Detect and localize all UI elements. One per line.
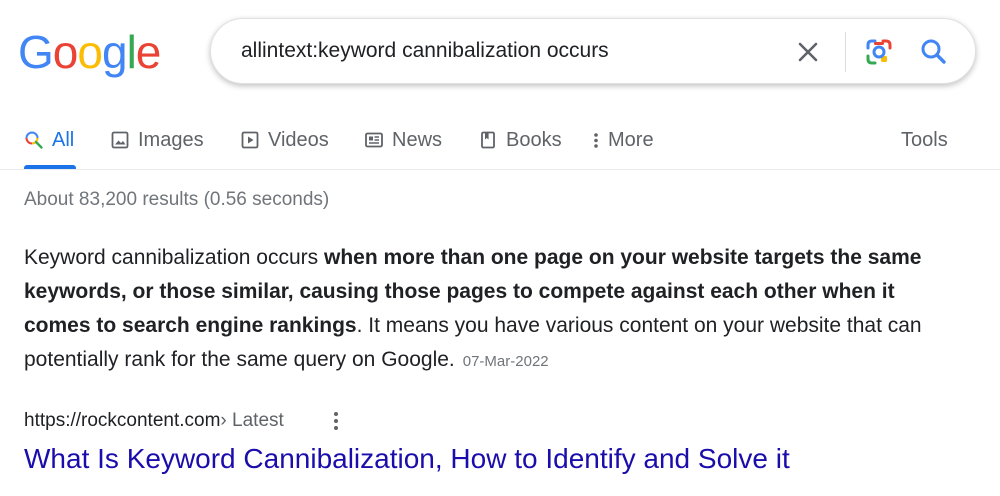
tab-label: News bbox=[392, 128, 443, 151]
tab-all[interactable]: All bbox=[24, 125, 74, 155]
tab-label: Books bbox=[506, 128, 562, 151]
result-cite[interactable]: https://rockcontent.com › Latest bbox=[24, 408, 284, 434]
image-icon bbox=[110, 130, 130, 150]
search-box-divider bbox=[845, 32, 846, 72]
search-by-image-button[interactable] bbox=[863, 36, 895, 68]
search-icon bbox=[921, 39, 946, 64]
tab-books[interactable]: Books bbox=[478, 125, 562, 155]
cite-url: https://rockcontent.com bbox=[24, 410, 221, 431]
snippet-date: 07-Mar-2022 bbox=[462, 353, 549, 370]
book-icon bbox=[478, 130, 498, 150]
tab-news[interactable]: News bbox=[364, 125, 442, 155]
logo-letter: g bbox=[101, 26, 128, 78]
tab-label: More bbox=[608, 128, 654, 151]
result-options-button[interactable] bbox=[326, 409, 346, 433]
camera-lens-icon bbox=[866, 39, 892, 65]
tab-tools[interactable]: Tools bbox=[901, 125, 948, 155]
play-icon bbox=[240, 130, 260, 150]
newspaper-icon bbox=[364, 130, 384, 150]
search-tabs: All Images Videos News Books More Tools bbox=[0, 118, 1000, 170]
tabs-divider bbox=[0, 169, 1000, 170]
vertical-dots-icon bbox=[334, 412, 338, 430]
tab-label: Images bbox=[138, 128, 204, 151]
search-input[interactable] bbox=[241, 37, 781, 65]
tab-label: Tools bbox=[901, 128, 948, 151]
logo-letter: o bbox=[52, 26, 79, 78]
google-logo[interactable]: Google bbox=[18, 26, 162, 78]
vertical-dots-icon bbox=[590, 130, 602, 150]
search-icon bbox=[24, 130, 44, 150]
result-stats: About 83,200 results (0.56 seconds) bbox=[24, 189, 330, 210]
snippet-lead: Keyword cannibalization occurs bbox=[24, 246, 324, 269]
result-title-link[interactable]: What Is Keyword Cannibalization, How to … bbox=[24, 443, 790, 475]
logo-letter: l bbox=[126, 26, 137, 78]
logo-letter: o bbox=[77, 26, 103, 78]
logo-letter: e bbox=[135, 26, 162, 78]
tab-images[interactable]: Images bbox=[110, 125, 204, 155]
tab-label: All bbox=[52, 128, 75, 151]
search-submit-button[interactable] bbox=[918, 36, 950, 68]
tab-more[interactable]: More bbox=[590, 125, 654, 155]
close-icon bbox=[798, 42, 818, 62]
tab-videos[interactable]: Videos bbox=[240, 125, 329, 155]
cite-path: › Latest bbox=[220, 410, 284, 431]
search-box bbox=[210, 18, 976, 84]
logo-letter: G bbox=[18, 26, 54, 78]
featured-snippet: Keyword cannibalization occurs when more… bbox=[24, 241, 964, 379]
clear-search-button[interactable] bbox=[793, 37, 823, 67]
tab-label: Videos bbox=[268, 128, 329, 151]
